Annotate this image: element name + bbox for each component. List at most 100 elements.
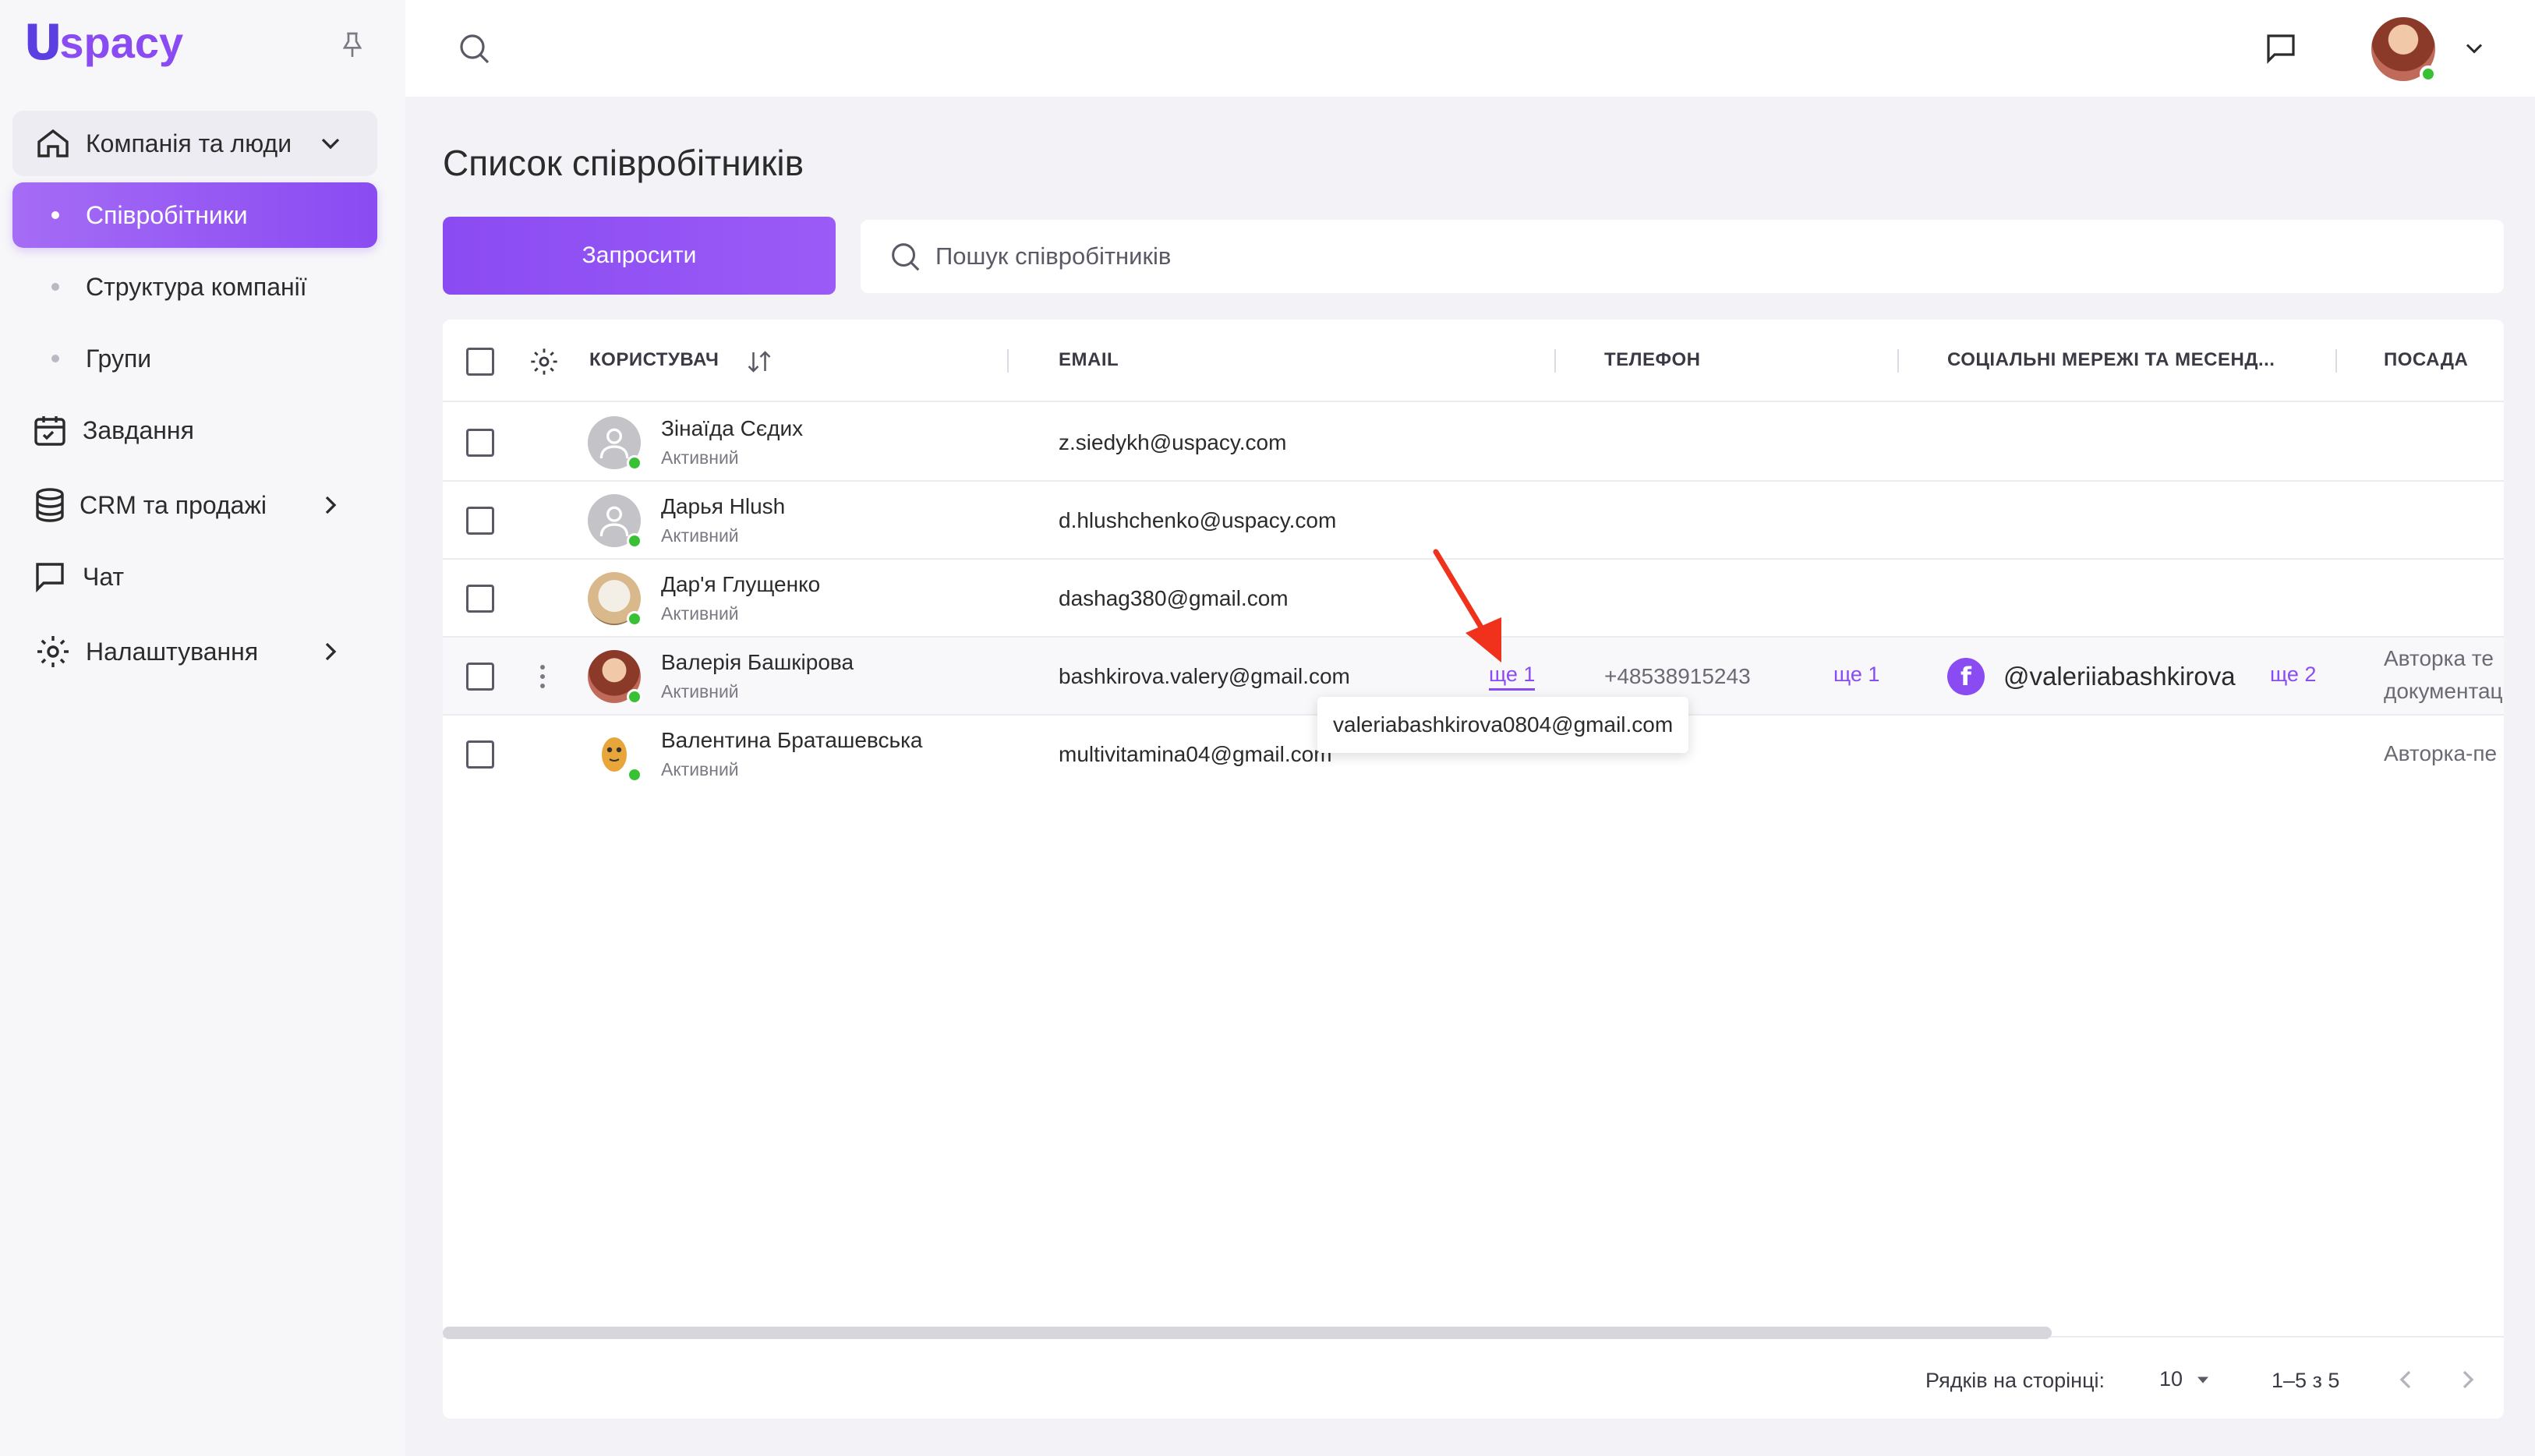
user-status: Активний bbox=[661, 603, 739, 624]
logo-text: spacy bbox=[59, 18, 184, 67]
column-divider[interactable] bbox=[1897, 349, 1899, 373]
column-social[interactable]: СОЦІАЛЬНІ МЕРЕЖІ ТА МЕСЕНД... bbox=[1947, 349, 2275, 371]
rows-per-page-value: 10 bbox=[2159, 1367, 2183, 1391]
chevron-left-icon[interactable] bbox=[2390, 1364, 2421, 1395]
chevron-down-icon[interactable] bbox=[2460, 34, 2488, 62]
sidebar-item-label: Налаштування bbox=[86, 637, 259, 666]
uspacy-logo[interactable]: U spacy bbox=[23, 19, 183, 67]
table-row[interactable]: Зінаїда Сєдих Активний z.siedykh@uspacy.… bbox=[443, 404, 2504, 482]
user-email: dashag380@gmail.com bbox=[1059, 586, 1289, 610]
online-indicator bbox=[627, 689, 642, 705]
more-vertical-icon[interactable] bbox=[535, 661, 550, 692]
avatar bbox=[588, 416, 642, 471]
sidebar-item-employees[interactable]: Співробітники bbox=[12, 182, 377, 248]
user-status: Активний bbox=[661, 525, 739, 546]
pagination-range: 1–5 з 5 bbox=[2272, 1369, 2340, 1392]
chevron-right-icon[interactable] bbox=[2452, 1364, 2484, 1395]
home-icon bbox=[37, 129, 69, 157]
avatar bbox=[588, 494, 642, 549]
user-avatar[interactable] bbox=[2371, 17, 2437, 83]
sidebar-item-label: Структура компанії bbox=[86, 272, 307, 301]
social-handle: @valeriiabashkirova bbox=[2003, 662, 2236, 691]
invite-button[interactable]: Запросити bbox=[443, 217, 836, 295]
user-name[interactable]: Валерія Башкірова bbox=[661, 650, 854, 675]
sidebar-item-label: Чат bbox=[83, 562, 125, 591]
user-email: z.siedykh@uspacy.com bbox=[1059, 430, 1287, 454]
sidebar-item-label: Співробітники bbox=[86, 200, 248, 229]
column-divider[interactable] bbox=[1007, 349, 1009, 373]
user-name[interactable]: Дарья Hlush bbox=[661, 494, 785, 519]
user-placeholder-icon bbox=[599, 506, 629, 537]
select-all-checkbox[interactable] bbox=[466, 348, 494, 376]
sidebar-item-label: CRM та продажі bbox=[80, 490, 267, 519]
user-email: multivitamina04@gmail.com bbox=[1059, 742, 1332, 766]
column-phone[interactable]: ТЕЛЕФОН bbox=[1604, 349, 1701, 371]
user-placeholder-icon bbox=[599, 428, 629, 459]
phone-more-link[interactable]: ще 1 bbox=[1833, 663, 1879, 687]
page-title: Список співробітників bbox=[443, 143, 804, 183]
extra-email-tooltip: valeriabashkirova0804@gmail.com bbox=[1317, 697, 1689, 753]
employee-search[interactable] bbox=[861, 220, 2504, 293]
row-checkbox[interactable] bbox=[466, 429, 494, 457]
sidebar-item-label: Компанія та люди bbox=[86, 129, 292, 157]
column-email[interactable]: EMAIL bbox=[1059, 349, 1119, 371]
column-divider[interactable] bbox=[2335, 349, 2337, 373]
logo-mark: U bbox=[23, 14, 63, 71]
position-line: Авторка-пе bbox=[2384, 741, 2498, 765]
row-checkbox[interactable] bbox=[466, 507, 494, 535]
search-input[interactable] bbox=[935, 242, 2339, 270]
position-line: Авторка те bbox=[2384, 646, 2494, 670]
bullet-dot bbox=[51, 211, 59, 219]
rows-per-page-select[interactable]: 10 bbox=[2159, 1367, 2214, 1391]
user-email: bashkirova.valery@gmail.com bbox=[1059, 664, 1350, 688]
gear-icon[interactable] bbox=[529, 346, 560, 377]
user-status: Активний bbox=[661, 447, 739, 468]
online-indicator bbox=[627, 767, 642, 783]
sidebar-item-company-structure[interactable]: Структура компанії bbox=[12, 254, 377, 320]
sidebar-item-label: Завдання bbox=[83, 415, 194, 444]
online-indicator bbox=[627, 455, 642, 471]
pin-icon[interactable] bbox=[337, 27, 368, 64]
user-social[interactable]: f @valeriiabashkirova bbox=[1947, 658, 2236, 695]
row-checkbox[interactable] bbox=[466, 663, 494, 691]
position-line: документац bbox=[2384, 679, 2503, 703]
table-header: КОРИСТУВАЧ EMAIL ТЕЛЕФОН СОЦІАЛЬНІ МЕРЕЖ… bbox=[443, 320, 2504, 402]
search-icon bbox=[892, 243, 920, 271]
user-phone: +48538915243 bbox=[1604, 664, 1751, 688]
row-checkbox[interactable] bbox=[466, 585, 494, 613]
user-position: Авторка-пе bbox=[2384, 737, 2497, 770]
column-divider[interactable] bbox=[1554, 349, 1556, 373]
sidebar-item-tasks[interactable]: Завдання bbox=[12, 398, 377, 463]
annotation-arrow-icon bbox=[1433, 549, 1501, 663]
sort-icon[interactable] bbox=[744, 348, 775, 376]
horizontal-scrollbar[interactable] bbox=[443, 1327, 2052, 1339]
chevron-right-icon bbox=[325, 496, 337, 514]
online-indicator bbox=[2420, 65, 2437, 83]
calendar-icon bbox=[34, 416, 65, 446]
user-name[interactable]: Дар'я Глущенко bbox=[661, 572, 820, 597]
database-icon bbox=[36, 488, 64, 522]
user-position: Авторка те документац bbox=[2384, 642, 2503, 708]
chat-icon[interactable] bbox=[2262, 30, 2300, 67]
user-name[interactable]: Валентина Браташевська bbox=[661, 728, 923, 753]
column-position[interactable]: ПОСАДА bbox=[2384, 349, 2468, 371]
online-indicator bbox=[627, 611, 642, 627]
sidebar-item-crm[interactable]: CRM та продажі bbox=[12, 472, 377, 538]
topbar bbox=[405, 0, 2535, 97]
column-user[interactable]: КОРИСТУВАЧ bbox=[589, 349, 719, 371]
sidebar-item-settings[interactable]: Налаштування bbox=[12, 619, 377, 684]
user-name[interactable]: Зінаїда Сєдих bbox=[661, 416, 803, 441]
chevron-right-icon bbox=[325, 642, 337, 661]
employees-table: КОРИСТУВАЧ EMAIL ТЕЛЕФОН СОЦІАЛЬНІ МЕРЕЖ… bbox=[443, 320, 2504, 1419]
search-icon[interactable] bbox=[455, 30, 493, 67]
user-status: Активний bbox=[661, 759, 739, 779]
online-indicator bbox=[627, 533, 642, 549]
sidebar-item-company-people[interactable]: Компанія та люди bbox=[12, 111, 377, 176]
sidebar: U spacy Компанія та люди Співробітники С… bbox=[0, 0, 405, 1456]
social-more-link[interactable]: ще 2 bbox=[2270, 663, 2316, 687]
avatar bbox=[588, 572, 642, 627]
row-checkbox[interactable] bbox=[466, 740, 494, 769]
sidebar-item-chat[interactable]: Чат bbox=[12, 544, 377, 610]
avatar bbox=[588, 728, 642, 783]
sidebar-item-groups[interactable]: Групи bbox=[12, 326, 377, 391]
